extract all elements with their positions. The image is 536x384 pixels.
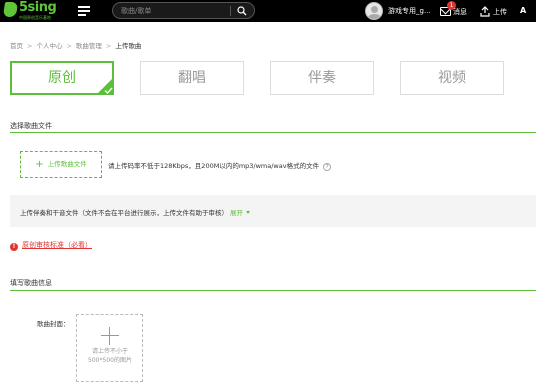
review-standard-notice: ! 原创审核标准（必看） <box>10 240 92 251</box>
extra-files-text: 上传伴奏和干音文件（文件不会在平台进行展示，上传文件有助于审核） <box>20 209 228 217</box>
tab-cover-label: 翻唱 <box>178 70 206 86</box>
upload-button[interactable]: 上传 <box>480 4 514 20</box>
review-standard-link[interactable]: 原创审核标准（必看） <box>22 241 92 249</box>
upload-song-file-button[interactable]: + 上传歌曲文件 <box>20 151 102 178</box>
tab-video[interactable]: 视频 <box>400 61 504 95</box>
messages-label: 消息 <box>453 8 467 16</box>
tab-cover[interactable]: 翻唱 <box>140 61 244 95</box>
top-navigation-bar: 5sing 中国原创音乐基地 歌曲/歌单 游戏专用_g... 1 消息 上传 A <box>0 0 536 22</box>
search-icon[interactable] <box>237 6 247 16</box>
app-menu[interactable]: A <box>520 6 526 15</box>
extra-files-row: 上传伴奏和干音文件（文件不会在平台进行展示，上传文件有助于审核） 展开 <box>20 207 250 217</box>
tab-accompaniment[interactable]: 伴奏 <box>270 61 374 95</box>
upload-hint-text: 请上传码率不低于128Kbps，且200M以内的mp3/wma/wav格式的文件 <box>108 162 320 170</box>
breadcrumb-home[interactable]: 首页 <box>10 42 23 50</box>
breadcrumb-song-management[interactable]: 歌曲管理 <box>76 42 102 50</box>
section-divider <box>10 132 536 133</box>
upload-icon <box>480 6 490 17</box>
cover-label: 歌曲封面： <box>37 320 70 328</box>
extra-files-panel: 上传伴奏和干音文件（文件不会在平台进行展示，上传文件有助于审核） 展开 <box>10 195 536 227</box>
help-icon[interactable]: ? <box>323 163 332 171</box>
logo-text: 5sing <box>19 0 57 15</box>
user-avatar[interactable] <box>365 2 383 20</box>
alert-icon: ! <box>10 243 18 251</box>
search-box[interactable]: 歌曲/歌单 <box>112 2 255 19</box>
tab-video-label: 视频 <box>438 70 466 86</box>
breadcrumb-current: 上传歌曲 <box>115 42 142 50</box>
info-section-title: 填写歌曲信息 <box>10 279 52 287</box>
search-divider <box>230 6 231 16</box>
tab-original[interactable]: 原创 <box>10 61 114 95</box>
cover-hint-line-2: 500*500的图片 <box>88 357 132 364</box>
section-divider <box>10 290 536 291</box>
breadcrumb: 首页 > 个人中心 > 歌曲管理 > 上传歌曲 <box>10 42 142 50</box>
cover-hint-line-1: 请上传不小于 <box>91 348 128 355</box>
tab-accompaniment-label: 伴奏 <box>308 70 336 86</box>
file-section-title: 选择歌曲文件 <box>10 122 52 130</box>
tab-original-label: 原创 <box>48 70 76 86</box>
upload-requirements-hint: 请上传码率不低于128Kbps，且200M以内的mp3/wma/wav格式的文件… <box>108 160 332 171</box>
expand-link[interactable]: 展开 <box>230 209 243 217</box>
logo-subtitle: 中国原创音乐基地 <box>19 15 51 20</box>
logo-mark-icon <box>2 2 19 17</box>
search-input[interactable]: 歌曲/歌单 <box>121 6 151 16</box>
upload-label: 上传 <box>493 8 507 16</box>
hamburger-menu-icon[interactable] <box>78 6 90 16</box>
username[interactable]: 游戏专用_g... <box>388 6 431 16</box>
messages-button[interactable]: 1 消息 <box>440 1 470 20</box>
site-logo[interactable]: 5sing 中国原创音乐基地 <box>2 0 64 21</box>
add-image-icon <box>101 327 119 345</box>
breadcrumb-personal-center[interactable]: 个人中心 <box>36 42 62 50</box>
selected-check-icon <box>96 77 114 95</box>
cover-hint: 请上传不小于 500*500的图片 <box>77 347 143 365</box>
chevron-down-icon[interactable] <box>246 211 250 214</box>
plus-icon: + <box>35 159 44 170</box>
cover-upload-box[interactable]: 请上传不小于 500*500的图片 <box>76 314 143 382</box>
upload-song-file-label: 上传歌曲文件 <box>47 160 87 168</box>
